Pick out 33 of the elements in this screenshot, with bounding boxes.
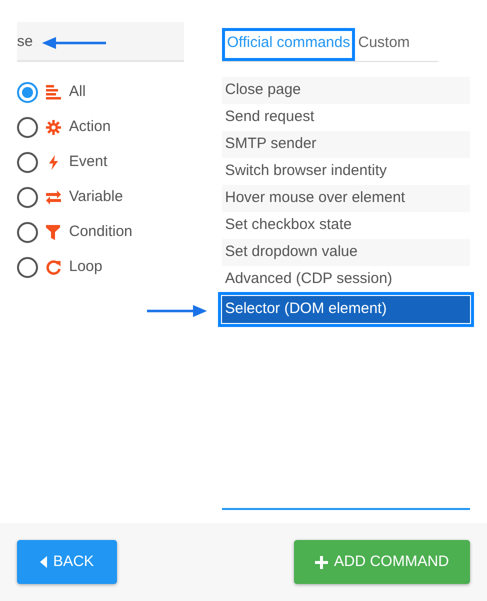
radio-button[interactable] xyxy=(17,82,38,102)
caret-icon xyxy=(40,556,48,568)
command-item[interactable]: SMTP sender xyxy=(222,130,470,158)
filter-label[interactable]: All xyxy=(69,80,86,104)
command-item[interactable]: Hover mouse over element xyxy=(222,184,470,212)
filter-label[interactable]: Action xyxy=(69,116,111,138)
command-item[interactable]: Switch browser indentity xyxy=(222,158,470,184)
filter-label[interactable]: Loop xyxy=(69,256,102,278)
arrow-icon xyxy=(147,304,207,318)
swap-arrows-icon xyxy=(46,190,61,204)
radio-button[interactable] xyxy=(17,186,38,208)
command-item[interactable]: Send request xyxy=(222,104,470,130)
plus-icon xyxy=(315,556,328,568)
radio-button[interactable] xyxy=(17,222,38,242)
filter-label[interactable]: Event xyxy=(69,150,108,174)
lines-icon xyxy=(46,84,61,100)
command-item[interactable]: Close page xyxy=(222,76,470,104)
search-field[interactable]: se xyxy=(17,22,184,62)
tab[interactable]: Custom xyxy=(355,28,413,60)
command-item[interactable]: Selector (DOM element) xyxy=(222,296,470,322)
filter-label[interactable]: Variable xyxy=(69,186,123,208)
funnel-icon xyxy=(46,224,61,240)
command-item[interactable]: Set checkbox state xyxy=(222,212,470,238)
radio-button[interactable] xyxy=(17,116,38,138)
radio-button[interactable] xyxy=(17,256,38,278)
filter-label[interactable]: Condition xyxy=(69,220,132,244)
gear-icon xyxy=(46,120,61,134)
arrow-icon xyxy=(42,36,106,50)
command-item[interactable]: Advanced (CDP session) xyxy=(222,266,470,292)
lightning-icon xyxy=(46,154,61,170)
refresh-icon xyxy=(46,260,61,274)
radio-button[interactable] xyxy=(17,152,38,172)
command-item[interactable]: Set dropdown value xyxy=(222,238,470,266)
